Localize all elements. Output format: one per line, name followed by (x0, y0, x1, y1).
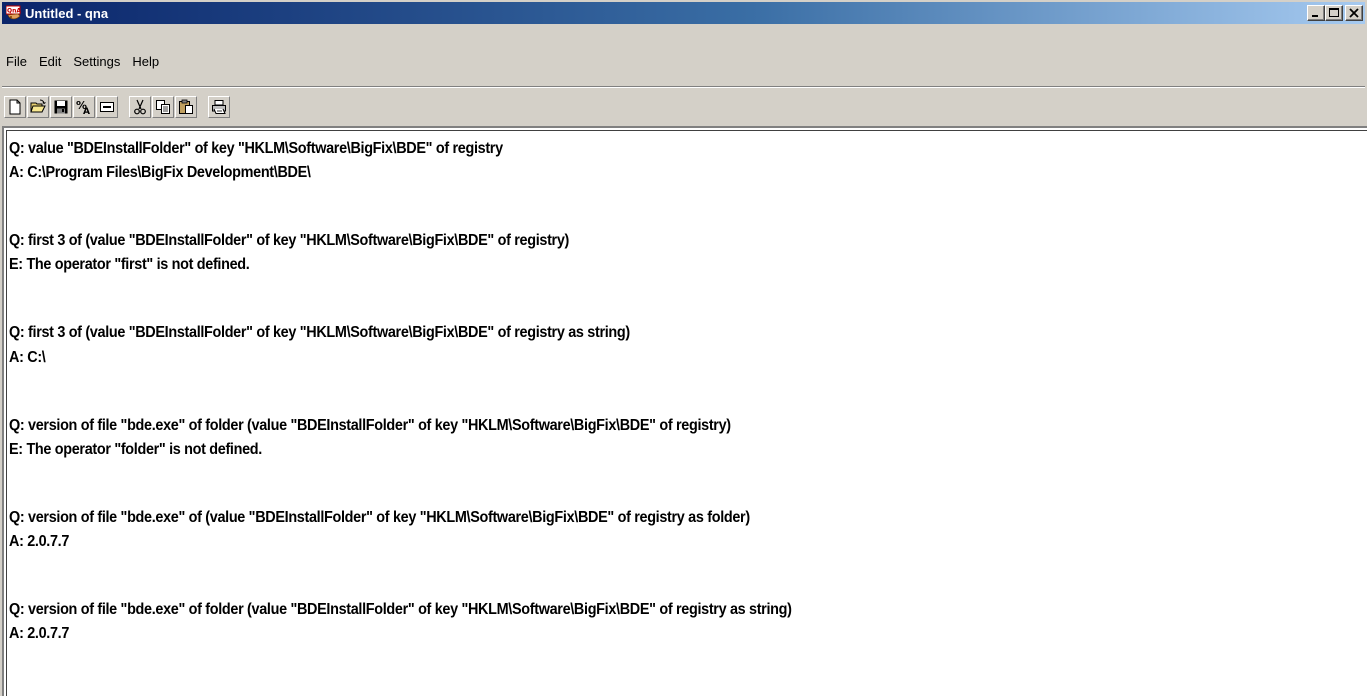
text-line: E: The operator "folder" is not defined. (9, 441, 262, 458)
text-line: Q: version of file "bde.exe" of (value "… (9, 509, 750, 526)
svg-text:QnA: QnA (7, 8, 21, 15)
paste-icon (179, 99, 193, 114)
close-button[interactable] (1345, 5, 1363, 21)
minimize-icon (1312, 15, 1318, 17)
menu-file[interactable]: File (2, 53, 33, 71)
save-disk-icon (54, 100, 68, 114)
cut-scissors-icon (134, 99, 146, 115)
text-line: Q: value "BDEInstallFolder" of key "HKLM… (9, 140, 503, 157)
text-line: Q: version of file "bde.exe" of folder (… (9, 601, 792, 618)
close-icon (1349, 8, 1359, 18)
qna-text-area[interactable]: Q: value "BDEInstallFolder" of key "HKLM… (2, 126, 1367, 696)
percent-a-icon: % A (76, 99, 90, 115)
copy-button[interactable] (152, 96, 174, 118)
open-folder-icon (30, 99, 46, 113)
maximize-button[interactable] (1325, 5, 1343, 21)
maximize-icon (1329, 8, 1339, 17)
text-line: Q: first 3 of (value "BDEInstallFolder" … (9, 324, 630, 341)
menu-bar: File Edit Settings Help (2, 53, 165, 71)
menu-edit[interactable]: Edit (33, 53, 67, 71)
title-buttons (1307, 5, 1363, 21)
text-line: A: C:\Program Files\BigFix Development\B… (9, 164, 311, 181)
new-button[interactable] (4, 96, 26, 118)
svg-text:A: A (83, 107, 90, 115)
text-line: Q: first 3 of (value "BDEInstallFolder" … (9, 232, 570, 249)
new-document-icon (9, 99, 21, 115)
paste-button[interactable] (175, 96, 197, 118)
window-icon (100, 102, 114, 112)
menu-help[interactable]: Help (126, 53, 165, 71)
window-title: Untitled - qna (25, 5, 109, 21)
save-button[interactable] (50, 96, 72, 118)
minimize-button[interactable] (1307, 5, 1325, 21)
open-button[interactable] (27, 96, 49, 118)
qna-app-icon[interactable]: QnA (5, 5, 22, 21)
title-bar[interactable]: QnA Untitled - qna (2, 2, 1365, 24)
qna-window: QnA Untitled - qna File Edit Settings He… (0, 0, 1367, 696)
print-button[interactable] (208, 96, 230, 118)
menu-separator (2, 86, 1365, 88)
copy-icon (156, 100, 170, 114)
print-icon (212, 100, 226, 114)
window-button[interactable] (96, 96, 118, 118)
menu-settings[interactable]: Settings (67, 53, 126, 71)
text-line: A: 2.0.7.7 (9, 625, 70, 642)
cut-button[interactable] (129, 96, 151, 118)
text-line: E: The operator "first" is not defined. (9, 256, 250, 273)
percent-a-button[interactable]: % A (73, 96, 95, 118)
toolbar: % A (4, 92, 231, 122)
text-line: A: C:\ (9, 349, 46, 366)
text-line: A: 2.0.7.7 (9, 533, 70, 550)
text-line: Q: version of file "bde.exe" of folder (… (9, 417, 731, 434)
